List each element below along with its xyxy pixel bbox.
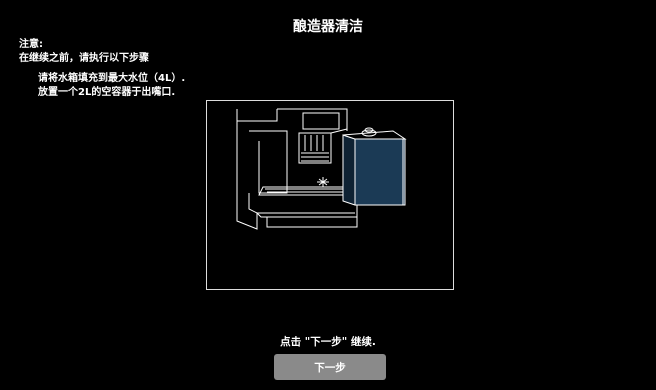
coffee-machine-with-container-icon [236,108,407,230]
notice-label: 注意: [19,39,43,50]
continue-hint: 点击 "下一步" 继续. [280,336,376,348]
next-step-button[interactable]: 下一步 [274,354,386,380]
notice-intro: 在继续之前，请执行以下步骤 [19,53,149,64]
step-list: 请将水箱填充到最大水位（4L）. 放置一个2L的空容器于出嘴口. [38,72,185,100]
notice-block: 注意: 在继续之前，请执行以下步骤 [19,38,149,66]
machine-illustration [206,100,454,290]
page-title: 酿造器清洁 [293,19,363,35]
step-item-fill-tank: 请将水箱填充到最大水位（4L）. [38,73,186,84]
next-step-label: 下一步 [314,361,346,374]
step-item-place-container: 放置一个2L的空容器于出嘴口. [38,87,176,98]
